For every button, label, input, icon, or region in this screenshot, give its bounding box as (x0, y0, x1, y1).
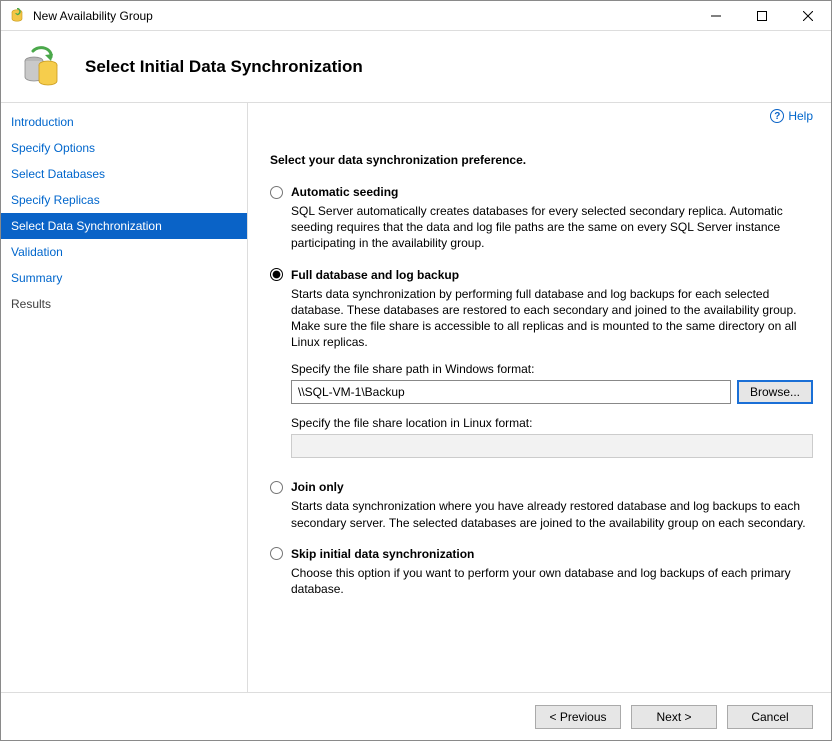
radio-skip-sync[interactable] (270, 547, 283, 560)
wizard-window: New Availability Group Select Initial Da… (0, 0, 832, 741)
close-button[interactable] (785, 1, 831, 31)
desc-automatic-seeding: SQL Server automatically creates databas… (291, 203, 813, 252)
minimize-button[interactable] (693, 1, 739, 31)
step-select-databases[interactable]: Select Databases (1, 161, 247, 187)
wizard-content: ? Help Select your data synchronization … (247, 103, 831, 692)
option-join-only: Join only Starts data synchronization wh… (270, 480, 813, 530)
previous-button[interactable]: < Previous (535, 705, 621, 729)
option-automatic-seeding: Automatic seeding SQL Server automatical… (270, 185, 813, 252)
label-skip-sync: Skip initial data synchronization (291, 547, 474, 561)
label-full-backup: Full database and log backup (291, 268, 459, 282)
wizard-body: Introduction Specify Options Select Data… (1, 103, 831, 692)
radio-automatic-seeding[interactable] (270, 186, 283, 199)
linux-share-input-disabled (291, 434, 813, 458)
wizard-footer: < Previous Next > Cancel (1, 692, 831, 740)
linux-share-section: Specify the file share location in Linux… (291, 416, 813, 458)
wizard-header: Select Initial Data Synchronization (1, 31, 831, 103)
window-controls (693, 1, 831, 31)
cancel-button[interactable]: Cancel (727, 705, 813, 729)
step-specify-options[interactable]: Specify Options (1, 135, 247, 161)
desc-join-only: Starts data synchronization where you ha… (291, 498, 813, 530)
step-specify-replicas[interactable]: Specify Replicas (1, 187, 247, 213)
help-label: Help (788, 109, 813, 123)
window-title: New Availability Group (33, 9, 693, 23)
step-validation[interactable]: Validation (1, 239, 247, 265)
option-skip-sync: Skip initial data synchronization Choose… (270, 547, 813, 597)
option-full-backup: Full database and log backup Starts data… (270, 268, 813, 459)
desc-skip-sync: Choose this option if you want to perfor… (291, 565, 813, 597)
maximize-button[interactable] (739, 1, 785, 31)
radio-full-backup[interactable] (270, 268, 283, 281)
next-button[interactable]: Next > (631, 705, 717, 729)
option-full-row[interactable]: Full database and log backup (270, 268, 813, 282)
radio-join-only[interactable] (270, 481, 283, 494)
help-link[interactable]: ? Help (770, 109, 813, 123)
option-skip-row[interactable]: Skip initial data synchronization (270, 547, 813, 561)
titlebar: New Availability Group (1, 1, 831, 31)
browse-button[interactable]: Browse... (737, 380, 813, 404)
step-results: Results (1, 291, 247, 317)
label-join-only: Join only (291, 480, 344, 494)
option-automatic-row[interactable]: Automatic seeding (270, 185, 813, 199)
option-join-row[interactable]: Join only (270, 480, 813, 494)
page-title: Select Initial Data Synchronization (85, 57, 363, 77)
windows-share-label: Specify the file share path in Windows f… (291, 362, 813, 376)
windows-share-row: Browse... (291, 380, 813, 404)
wizard-steps-sidebar: Introduction Specify Options Select Data… (1, 103, 247, 692)
help-icon: ? (770, 109, 784, 123)
windows-share-section: Specify the file share path in Windows f… (291, 362, 813, 404)
label-automatic-seeding: Automatic seeding (291, 185, 398, 199)
windows-share-input[interactable] (291, 380, 731, 404)
step-introduction[interactable]: Introduction (1, 109, 247, 135)
app-icon (9, 8, 25, 24)
desc-full-backup: Starts data synchronization by performin… (291, 286, 813, 351)
sync-prompt: Select your data synchronization prefere… (270, 153, 813, 167)
step-select-data-synchronization[interactable]: Select Data Synchronization (1, 213, 247, 239)
linux-share-label: Specify the file share location in Linux… (291, 416, 813, 430)
database-sync-icon (19, 45, 63, 89)
step-summary[interactable]: Summary (1, 265, 247, 291)
